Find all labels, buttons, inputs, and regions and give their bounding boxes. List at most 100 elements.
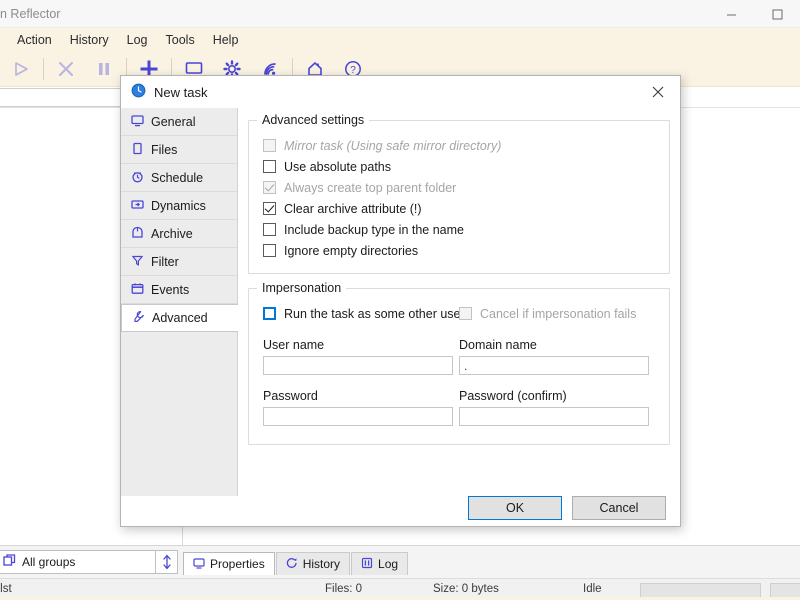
task-clock-icon (131, 83, 146, 101)
status-progress-secondary (770, 583, 800, 598)
sidebar-item-general[interactable]: General (121, 108, 237, 136)
status-files: Files: 0 (325, 583, 363, 595)
tab-log-label: Log (378, 557, 399, 571)
domain-name-input[interactable] (459, 356, 649, 375)
user-name-input[interactable] (263, 356, 453, 375)
sidebar-item-files[interactable]: Files (121, 136, 237, 164)
app-root: n Reflector Action History Log Tools Hel… (0, 0, 800, 600)
checkbox-row-include-backup-type[interactable]: Include backup type in the name (263, 219, 655, 240)
clear-archive-attribute-label: Clear archive attribute (!) (284, 201, 422, 216)
ok-button[interactable]: OK (468, 496, 562, 520)
sidebar-item-filter[interactable]: Filter (121, 248, 237, 276)
window-title: n Reflector (0, 7, 61, 21)
tab-properties[interactable]: Properties (183, 552, 275, 575)
sidebar-item-archive-label: Archive (151, 226, 193, 241)
status-state: Idle (583, 583, 602, 595)
checkbox-row-use-absolute-paths[interactable]: Use absolute paths (263, 156, 655, 177)
sidebar-item-general-label: General (151, 114, 196, 129)
include-backup-type-checkbox[interactable] (263, 223, 276, 236)
cancel-button[interactable]: Cancel (572, 496, 666, 520)
close-icon[interactable] (636, 76, 680, 108)
calendar-icon (131, 282, 144, 298)
impersonation-left-col: Run the task as some other user (263, 303, 465, 324)
ignore-empty-directories-checkbox[interactable] (263, 244, 276, 257)
status-size: Size: 0 bytes (433, 583, 499, 595)
advanced-settings-panel: Advanced settings Mirror task (Using saf… (248, 113, 670, 274)
stop-icon[interactable] (47, 53, 85, 85)
bottom-strip: All groups Properties History Log (0, 545, 800, 578)
advanced-settings-legend: Advanced settings (257, 113, 370, 127)
run-icon[interactable] (2, 53, 40, 85)
toolbar-separator (43, 58, 44, 80)
groups-combobox[interactable]: All groups (0, 550, 156, 574)
checkbox-row-clear-archive-attribute[interactable]: Clear archive attribute (!) (263, 198, 655, 219)
user-name-col: User name (263, 324, 459, 375)
password-label: Password (263, 389, 318, 403)
dialog-title: New task (154, 84, 208, 100)
menu-help[interactable]: Help (204, 30, 248, 50)
dialog-body: General Files Schedule Dynamics Archive … (121, 108, 680, 528)
group-icon (3, 554, 16, 570)
groups-combobox-label: All groups (22, 555, 76, 569)
file-icon (131, 142, 144, 158)
checkbox-row-cancel-if-impersonation-fails[interactable]: Cancel if impersonation fails (459, 303, 655, 324)
wrench-icon (132, 310, 145, 326)
include-backup-type-label: Include backup type in the name (284, 222, 464, 237)
impersonation-credentials-row-2: Password Password (confirm) (263, 375, 655, 426)
menubar: Action History Log Tools Help (0, 28, 800, 52)
always-create-top-parent-folder-checkbox[interactable] (263, 181, 276, 194)
mirror-task-checkbox[interactable] (263, 139, 276, 152)
checkbox-row-mirror-task[interactable]: Mirror task (Using safe mirror directory… (263, 135, 655, 156)
sidebar-item-files-label: Files (151, 142, 178, 157)
pause-icon[interactable] (85, 53, 123, 85)
checkbox-row-ignore-empty-directories[interactable]: Ignore empty directories (263, 240, 655, 261)
domain-name-label: Domain name (459, 338, 537, 352)
groups-spinner[interactable] (156, 550, 178, 574)
tab-log[interactable]: Log (351, 552, 409, 575)
sidebar-item-events[interactable]: Events (121, 276, 237, 304)
impersonation-legend: Impersonation (257, 281, 347, 295)
sidebar-item-dynamics-label: Dynamics (151, 198, 206, 213)
menu-history[interactable]: History (61, 30, 118, 50)
cancel-if-impersonation-fails-label: Cancel if impersonation fails (480, 306, 637, 321)
impersonation-right-col: Cancel if impersonation fails (459, 303, 655, 324)
sidebar-item-archive[interactable]: Archive (121, 220, 237, 248)
dialog-titlebar: New task (121, 76, 680, 108)
sidebar-item-advanced[interactable]: Advanced (121, 304, 239, 332)
use-absolute-paths-label: Use absolute paths (284, 159, 392, 174)
menu-log[interactable]: Log (118, 30, 157, 50)
minimize-button[interactable] (708, 0, 754, 28)
checkbox-row-run-as-other-user[interactable]: Run the task as some other user (263, 303, 465, 324)
log-icon (361, 557, 373, 572)
window-controls (708, 0, 800, 28)
run-as-other-user-checkbox[interactable] (263, 307, 276, 320)
dialog-footer: OK Cancel (121, 496, 680, 528)
sidebar-item-filter-label: Filter (151, 254, 179, 269)
cancel-if-impersonation-fails-checkbox[interactable] (459, 307, 472, 320)
impersonation-panel: Impersonation Run the task as some other… (248, 281, 670, 445)
search-input[interactable] (0, 88, 140, 107)
password-confirm-input[interactable] (459, 407, 649, 426)
mirror-task-label: Mirror task (Using safe mirror directory… (284, 138, 502, 153)
maximize-button[interactable] (754, 0, 800, 28)
password-confirm-label: Password (confirm) (459, 389, 567, 403)
domain-name-col: Domain name (459, 324, 655, 375)
bottom-tabstrip: Properties History Log (183, 546, 800, 579)
password-input[interactable] (263, 407, 453, 426)
use-absolute-paths-checkbox[interactable] (263, 160, 276, 173)
sidebar-item-schedule[interactable]: Schedule (121, 164, 237, 192)
always-create-top-parent-folder-label: Always create top parent folder (284, 180, 457, 195)
impersonation-checkbox-row: Run the task as some other user Cancel i… (263, 303, 655, 324)
tab-history[interactable]: History (275, 552, 351, 575)
monitor-icon (193, 557, 205, 572)
sidebar-item-dynamics[interactable]: Dynamics (121, 192, 237, 220)
checkbox-row-always-create-top-parent-folder[interactable]: Always create top parent folder (263, 177, 655, 198)
impersonation-credentials-row-1: User name Domain name (263, 324, 655, 375)
menu-action[interactable]: Action (8, 30, 61, 50)
sidebar-item-events-label: Events (151, 282, 190, 297)
clear-archive-attribute-checkbox[interactable] (263, 202, 276, 215)
tab-properties-label: Properties (210, 557, 265, 571)
window-titlebar: n Reflector (0, 0, 800, 28)
sidebar-item-advanced-label: Advanced (152, 311, 208, 325)
menu-tools[interactable]: Tools (157, 30, 204, 50)
